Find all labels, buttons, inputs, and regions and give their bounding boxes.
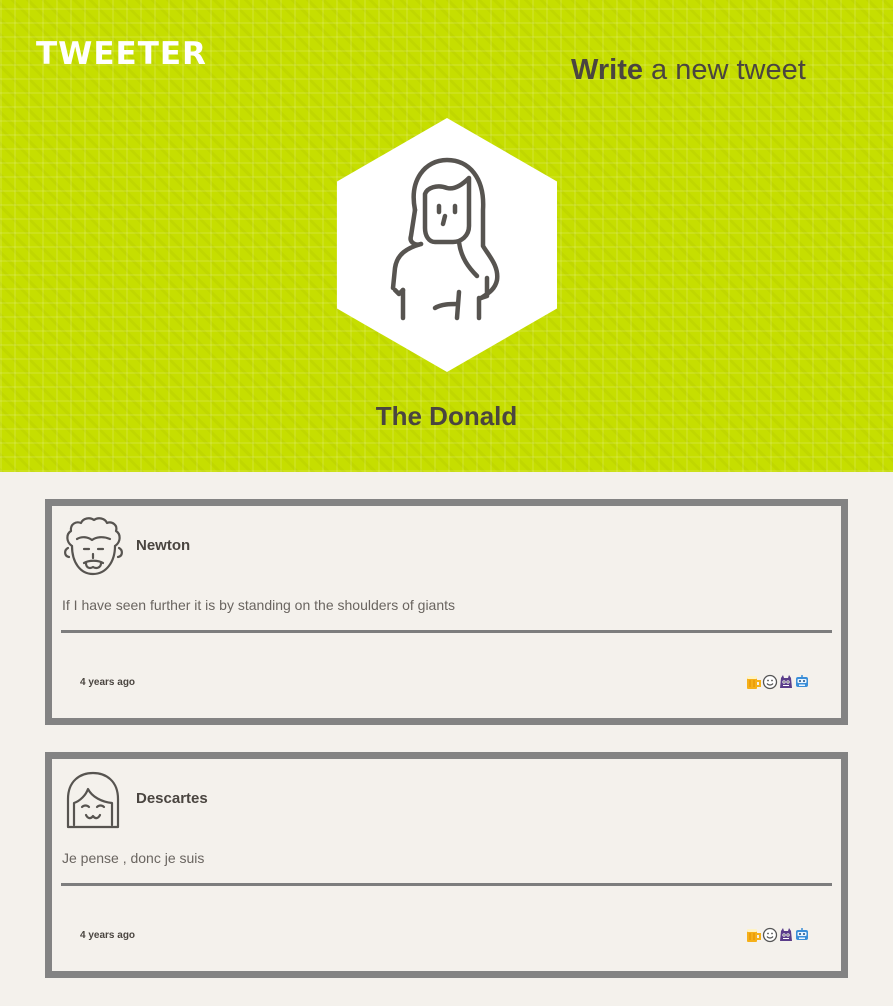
profile-avatar bbox=[337, 118, 557, 372]
tweet-actions bbox=[746, 926, 810, 944]
tweet-author-avatar bbox=[62, 769, 124, 831]
monster-icon[interactable] bbox=[778, 674, 794, 690]
tweet-card: Descartes Je pense , donc je suis 4 year… bbox=[45, 752, 848, 978]
tweet-author-avatar bbox=[62, 516, 124, 578]
tweet-text: If I have seen further it is by standing… bbox=[62, 597, 456, 613]
tweet-author-name: Descartes bbox=[136, 790, 208, 807]
beer-icon[interactable] bbox=[746, 674, 762, 690]
tweet-author-name: Newton bbox=[136, 537, 191, 554]
robot-icon[interactable] bbox=[794, 674, 810, 690]
compose-tweet-link[interactable]: Write a new tweet bbox=[571, 50, 806, 90]
tweet-list: Newton If I have seen further it is by s… bbox=[45, 499, 848, 1005]
tweet-divider bbox=[61, 883, 832, 886]
app-logo[interactable]: TWEETER bbox=[36, 36, 207, 72]
woman-avatar-icon bbox=[337, 118, 557, 372]
header-banner: TWEETER Write a new tweet The Donald bbox=[0, 0, 893, 472]
tweet-timestamp: 4 years ago bbox=[80, 930, 136, 941]
tweet-text: Je pense , donc je suis bbox=[62, 850, 205, 866]
curly-hair-man-avatar-icon bbox=[64, 517, 123, 576]
tweet-divider bbox=[61, 630, 832, 633]
bob-hair-avatar-icon bbox=[66, 771, 120, 829]
compose-label-light: a new tweet bbox=[642, 54, 806, 86]
beer-icon[interactable] bbox=[746, 927, 762, 943]
tweet-timestamp: 4 years ago bbox=[80, 677, 136, 688]
monster-icon[interactable] bbox=[778, 927, 794, 943]
smiley-icon[interactable] bbox=[762, 927, 778, 943]
smiley-icon[interactable] bbox=[762, 674, 778, 690]
robot-icon[interactable] bbox=[794, 927, 810, 943]
tweet-actions bbox=[746, 673, 810, 691]
tweet-card: Newton If I have seen further it is by s… bbox=[45, 499, 848, 725]
compose-label-strong: Write bbox=[571, 54, 643, 86]
profile-name: The Donald bbox=[375, 401, 518, 431]
